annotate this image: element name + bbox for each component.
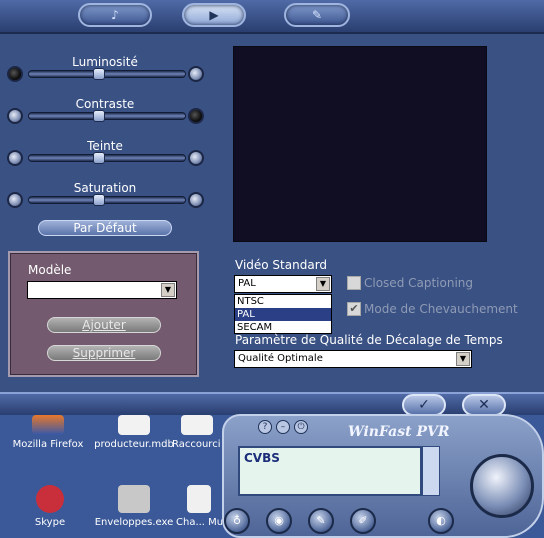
overlay-mode-label: Mode de Chevauchement bbox=[364, 302, 518, 316]
tab-settings[interactable]: ✎ bbox=[284, 3, 350, 27]
firefox-icon bbox=[32, 415, 64, 435]
saturation-max-icon bbox=[188, 192, 204, 208]
delete-button[interactable]: Supprimer bbox=[47, 345, 161, 361]
contrast-max-icon bbox=[188, 108, 204, 124]
saturation-label: Saturation bbox=[73, 181, 137, 195]
pvr-title: WinFast PVR bbox=[348, 424, 450, 440]
tools-icon: ✎ bbox=[311, 8, 323, 22]
chevron-down-icon: ▼ bbox=[316, 277, 330, 291]
desktop-icon-shortcut[interactable]: Raccourci these.tr bbox=[172, 415, 222, 450]
video-standard-label: Vidéo Standard bbox=[235, 258, 328, 272]
brightness-min-icon bbox=[7, 66, 23, 82]
desktop-icon-label: Skype bbox=[34, 517, 66, 528]
video-standard-select[interactable]: PAL ▼ bbox=[234, 275, 332, 293]
record-button[interactable]: ♁ bbox=[224, 508, 250, 534]
desktop-icon-enveloppes[interactable]: Enveloppes.exe bbox=[94, 485, 174, 528]
add-button[interactable]: Ajouter bbox=[47, 317, 161, 333]
closed-captioning-checkbox[interactable] bbox=[347, 276, 361, 290]
chevron-down-icon: ▼ bbox=[456, 352, 470, 366]
desktop-icon-producteur[interactable]: producteur.mdb bbox=[94, 415, 174, 450]
brightness-thumb[interactable] bbox=[93, 68, 105, 80]
note-button[interactable] bbox=[422, 446, 440, 496]
brightness-slider[interactable] bbox=[28, 70, 186, 78]
brightness-max-icon bbox=[188, 66, 204, 82]
video-settings-panel: ♪ ▶ ✎ Luminosité Contraste Teinte Satura… bbox=[0, 0, 544, 416]
tools-button[interactable]: ✐ bbox=[350, 508, 376, 534]
contrast-slider[interactable] bbox=[28, 112, 186, 120]
desktop-icon-label: Raccourci these.tr bbox=[172, 439, 222, 450]
option-ntsc[interactable]: NTSC bbox=[235, 295, 331, 308]
word-document-icon bbox=[187, 485, 211, 513]
speaker-icon: ♪ bbox=[111, 8, 119, 22]
closed-captioning-row[interactable]: Closed Captioning bbox=[347, 276, 473, 290]
winfast-pvr-player: ? – ⏻ WinFast PVR CVBS ♁ ◉ ✎ ✐ ◐ bbox=[222, 414, 544, 538]
desktop-icon-label: Cha... Multimedia bbox=[176, 517, 222, 528]
hue-max-icon bbox=[188, 150, 204, 166]
saturation-slider[interactable] bbox=[28, 196, 186, 204]
option-pal[interactable]: PAL bbox=[235, 308, 331, 321]
desktop-icon-label: Mozilla Firefox bbox=[12, 439, 84, 450]
video-icon: ▶ bbox=[209, 8, 219, 22]
application-icon bbox=[118, 485, 150, 513]
cancel-button[interactable]: ✕ bbox=[462, 394, 506, 416]
contrast-thumb[interactable] bbox=[93, 110, 105, 122]
tab-audio[interactable]: ♪ bbox=[78, 3, 152, 27]
pvr-display: CVBS bbox=[238, 446, 422, 496]
minimize-icon[interactable]: – bbox=[276, 420, 290, 434]
contrast-min-icon bbox=[7, 108, 23, 124]
ok-button[interactable]: ✓ bbox=[402, 394, 446, 416]
top-bar: ♪ ▶ ✎ bbox=[0, 0, 544, 34]
video-standard-value: PAL bbox=[238, 278, 256, 289]
model-group: Modèle ▼ Ajouter Supprimer bbox=[8, 251, 199, 377]
hue-thumb[interactable] bbox=[93, 152, 105, 164]
volume-dial[interactable] bbox=[470, 454, 534, 518]
playback-button[interactable]: ◉ bbox=[266, 508, 292, 534]
source-label: CVBS bbox=[244, 451, 280, 465]
timeshift-quality-label: Paramètre de Qualité de Décalage de Temp… bbox=[235, 333, 503, 347]
desktop-icon-label: producteur.mdb bbox=[94, 439, 174, 450]
chevron-down-icon: ▼ bbox=[161, 283, 175, 297]
desktop-icon-label: Enveloppes.exe bbox=[94, 517, 174, 528]
hue-slider[interactable] bbox=[28, 154, 186, 162]
model-select[interactable]: ▼ bbox=[27, 281, 177, 299]
saturation-min-icon bbox=[7, 192, 23, 208]
timeshift-quality-value: Qualité Optimale bbox=[238, 353, 323, 364]
desktop-icon-document[interactable]: Cha... Multimedia bbox=[176, 485, 222, 528]
overlay-mode-checkbox[interactable]: ✔ bbox=[347, 302, 361, 316]
hue-label: Teinte bbox=[87, 139, 123, 153]
default-button[interactable]: Par Défaut bbox=[38, 220, 172, 236]
database-file-icon bbox=[118, 415, 150, 435]
shortcut-icon bbox=[181, 415, 213, 435]
help-icon[interactable]: ? bbox=[258, 420, 272, 434]
saturation-thumb[interactable] bbox=[93, 194, 105, 206]
settings-button[interactable]: ✎ bbox=[308, 508, 334, 534]
power-icon[interactable]: ⏻ bbox=[294, 420, 308, 434]
tab-video[interactable]: ▶ bbox=[182, 3, 246, 27]
channel-button[interactable]: ◐ bbox=[428, 508, 454, 534]
timeshift-quality-select[interactable]: Qualité Optimale ▼ bbox=[234, 350, 472, 368]
video-preview bbox=[233, 46, 487, 242]
hue-min-icon bbox=[7, 150, 23, 166]
skype-icon bbox=[36, 485, 64, 513]
video-standard-options: NTSC PAL SECAM bbox=[234, 294, 332, 334]
overlay-mode-row[interactable]: ✔ Mode de Chevauchement bbox=[347, 302, 518, 316]
contrast-label: Contraste bbox=[75, 97, 135, 111]
check-icon: ✓ bbox=[418, 397, 430, 413]
brightness-label: Luminosité bbox=[72, 55, 138, 69]
desktop-icon-skype[interactable]: Skype bbox=[10, 485, 90, 528]
closed-captioning-label: Closed Captioning bbox=[364, 276, 474, 290]
model-label: Modèle bbox=[28, 263, 72, 277]
desktop-icon-firefox[interactable]: Mozilla Firefox bbox=[8, 415, 88, 450]
close-icon: ✕ bbox=[478, 397, 490, 413]
